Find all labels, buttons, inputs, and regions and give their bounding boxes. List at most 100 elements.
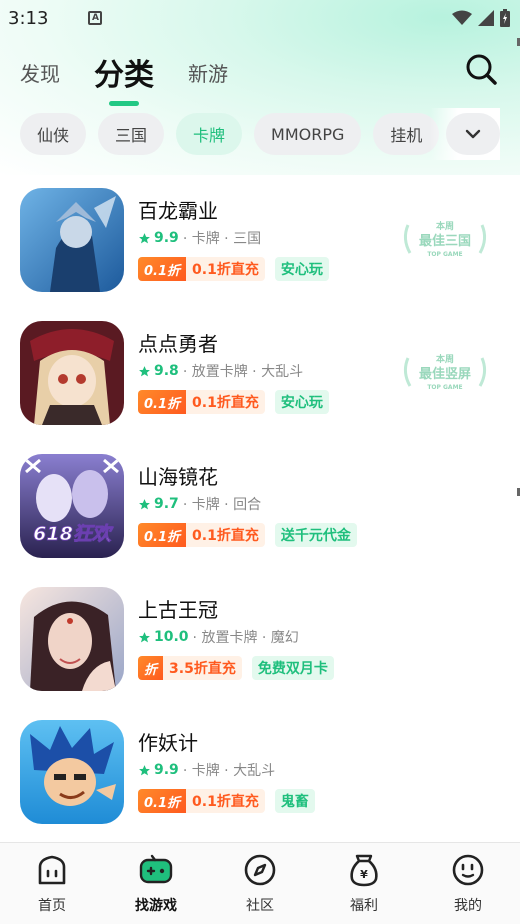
icon-event-text: 618狂欢	[33, 523, 114, 545]
chip-mmorpg[interactable]: MMORPG	[254, 113, 362, 155]
compass-icon	[244, 854, 276, 886]
game-rating: 10.0	[154, 629, 189, 645]
wifi-icon	[452, 10, 472, 25]
svg-text:¥: ¥	[360, 868, 368, 881]
award-laurel-icon: 本周 最佳竖屏 TOP GAME	[403, 353, 487, 391]
game-tags: 0.1折 0.1折直充 鬼畜	[138, 789, 315, 813]
game-name: 点点勇者	[138, 332, 218, 356]
status-icons	[452, 9, 510, 27]
star-icon	[139, 498, 150, 509]
feature-tag: 送千元代金	[274, 523, 357, 547]
feature-tag: 鬼畜	[274, 789, 315, 813]
nav-community[interactable]: 社区	[208, 843, 312, 924]
game-genres: · 卡牌 · 大乱斗	[182, 763, 276, 779]
game-rating: 9.7	[154, 496, 179, 512]
nav-label: 找游戏	[135, 898, 177, 914]
chip-more-fade	[430, 108, 500, 160]
profile-face-icon	[452, 854, 484, 886]
discount-badge: 0.1折	[138, 390, 187, 414]
game-tags: 0.1折 0.1折直充 安心玩	[138, 390, 329, 414]
nav-profile[interactable]: 我的	[416, 843, 520, 924]
game-info: 作妖计 9.9 · 卡牌 · 大乱斗 0.1折 0.1折直充 鬼畜	[138, 727, 315, 840]
game-icon[interactable]	[20, 587, 124, 691]
game-icon[interactable]: 618狂欢	[20, 454, 124, 558]
search-icon[interactable]	[464, 52, 498, 86]
promo-text: 0.1折直充	[192, 528, 259, 544]
promo-tag: 0.1折 0.1折直充	[138, 789, 265, 813]
chip-card[interactable]: 卡牌	[176, 113, 243, 155]
game-icon[interactable]	[20, 188, 124, 292]
nav-find-games[interactable]: 找游戏	[104, 843, 208, 924]
nav-label: 首页	[38, 898, 66, 914]
money-bag-icon: ¥	[350, 854, 378, 887]
list-item[interactable]: 作妖计 9.9 · 卡牌 · 大乱斗 0.1折 0.1折直充 鬼畜	[0, 707, 520, 840]
game-info: 百龙霸业 9.9 · 卡牌 · 三国 0.1折 0.1折直充 安心玩	[138, 195, 329, 308]
status-time: 3:13	[8, 7, 49, 29]
list-item[interactable]: 上古王冠 10.0 · 放置卡牌 · 魔幻 折 3.5折直充 免费双月卡	[0, 574, 520, 707]
tab-discover[interactable]: 发现	[20, 58, 60, 87]
promo-tag: 0.1折 0.1折直充	[138, 390, 265, 414]
battery-icon	[500, 9, 510, 27]
award-laurel-icon: 本周 最佳三国 TOP GAME	[403, 220, 487, 258]
award-line1: 本周	[436, 353, 454, 365]
list-item[interactable]: 点点勇者 9.8 · 放置卡牌 · 大乱斗 0.1折 0.1折直充 安心玩 本周…	[0, 308, 520, 441]
chevron-down-icon	[465, 129, 481, 139]
chip-xianxia[interactable]: 仙侠	[20, 113, 87, 155]
home-icon	[38, 855, 66, 885]
game-name: 上古王冠	[138, 598, 218, 622]
game-tags: 0.1折 0.1折直充 送千元代金	[138, 523, 357, 547]
tab-category[interactable]: 分类	[94, 50, 154, 94]
star-icon	[139, 631, 150, 642]
discount-badge: 0.1折	[138, 523, 187, 547]
feature-tag: 免费双月卡	[251, 656, 334, 680]
game-genres: · 卡牌 · 三国	[182, 231, 262, 247]
discount-badge: 0.1折	[138, 789, 187, 813]
star-icon	[139, 764, 150, 775]
award-line3: TOP GAME	[427, 251, 462, 258]
game-genres: · 放置卡牌 · 大乱斗	[182, 364, 304, 380]
discount-badge: 折	[138, 656, 164, 680]
game-icon[interactable]	[20, 321, 124, 425]
nav-label: 社区	[246, 898, 274, 914]
star-icon	[139, 232, 150, 243]
game-list: 百龙霸业 9.9 · 卡牌 · 三国 0.1折 0.1折直充 安心玩 本周 最佳…	[0, 175, 520, 840]
promo-tag: 0.1折 0.1折直充	[138, 523, 265, 547]
list-item[interactable]: 618狂欢 山海镜花 9.7 · 卡牌 · 回合 0.1折 0.1折直充 送千元…	[0, 441, 520, 574]
gamepad-icon	[139, 854, 173, 884]
status-bar: 3:13 A	[0, 0, 520, 36]
chip-three-kingdoms[interactable]: 三国	[98, 113, 165, 155]
nav-label: 福利	[350, 898, 378, 914]
promo-tag: 折 3.5折直充	[138, 656, 242, 680]
game-meta: 9.8 · 放置卡牌 · 大乱斗	[138, 361, 329, 381]
game-icon[interactable]	[20, 720, 124, 824]
promo-text: 0.1折直充	[192, 395, 259, 411]
game-genres: · 卡牌 · 回合	[182, 497, 262, 513]
game-meta: 9.7 · 卡牌 · 回合	[138, 494, 357, 514]
game-tags: 折 3.5折直充 免费双月卡	[138, 656, 334, 680]
game-name: 作妖计	[138, 731, 198, 755]
game-meta: 9.9 · 卡牌 · 三国	[138, 228, 329, 248]
game-name: 百龙霸业	[138, 199, 218, 223]
list-item[interactable]: 百龙霸业 9.9 · 卡牌 · 三国 0.1折 0.1折直充 安心玩 本周 最佳…	[0, 175, 520, 308]
game-rating: 9.9	[154, 762, 179, 778]
promo-text: 0.1折直充	[192, 262, 259, 278]
expand-categories-button[interactable]	[446, 113, 500, 155]
game-genres: · 放置卡牌 · 魔幻	[192, 630, 299, 646]
award-line2: 最佳三国	[419, 233, 471, 249]
category-chips: 仙侠 三国 卡牌 MMORPG 挂机	[0, 108, 520, 160]
nav-home[interactable]: 首页	[0, 843, 104, 924]
game-tags: 0.1折 0.1折直充 安心玩	[138, 257, 329, 281]
nav-label: 我的	[454, 898, 482, 914]
game-rating: 9.8	[154, 363, 179, 379]
top-tabs: 发现 分类 新游	[0, 48, 520, 96]
award-line3: TOP GAME	[427, 384, 462, 391]
feature-tag: 安心玩	[274, 257, 329, 281]
game-info: 点点勇者 9.8 · 放置卡牌 · 大乱斗 0.1折 0.1折直充 安心玩	[138, 328, 329, 441]
game-name: 山海镜花	[138, 465, 218, 489]
promo-text: 3.5折直充	[169, 661, 236, 677]
game-meta: 9.9 · 卡牌 · 大乱斗	[138, 760, 315, 780]
nav-benefits[interactable]: ¥ 福利	[312, 843, 416, 924]
tab-new-games[interactable]: 新游	[188, 58, 228, 87]
discount-badge: 0.1折	[138, 257, 187, 281]
award-line2: 最佳竖屏	[419, 366, 471, 382]
